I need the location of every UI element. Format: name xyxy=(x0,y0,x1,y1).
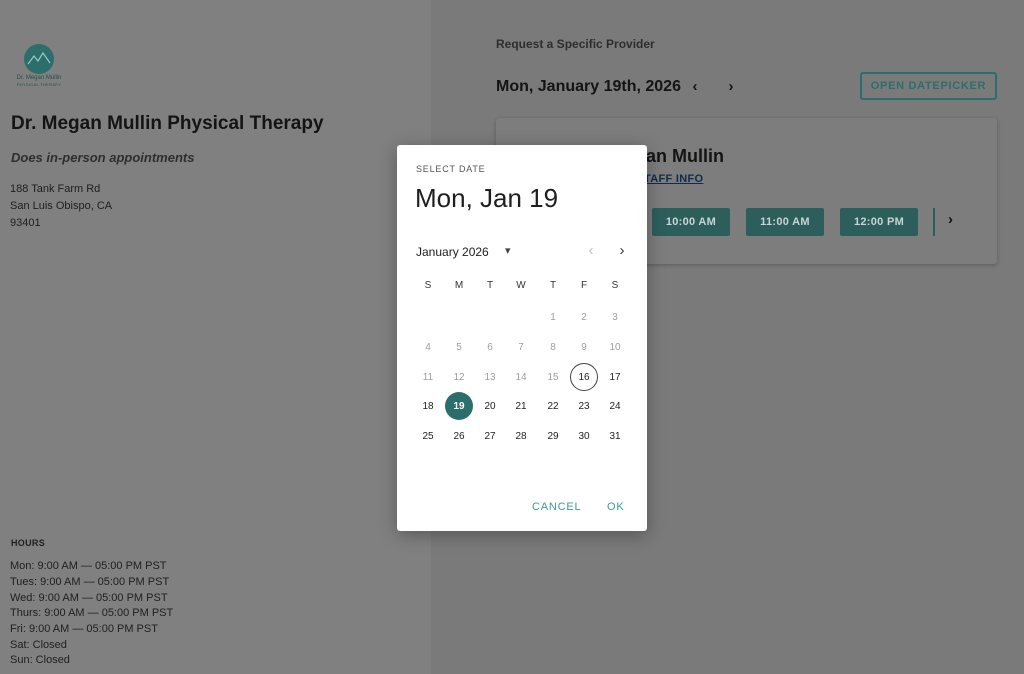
weekday-label: S xyxy=(611,280,619,291)
staff-info-link[interactable]: TAFF INFO xyxy=(644,173,703,185)
hours-line: Tues: 9:00 AM — 05:00 PM PST xyxy=(10,576,170,588)
slot-divider xyxy=(933,208,935,236)
calendar-day[interactable]: 30 xyxy=(570,422,598,450)
calendar-day-disabled: 14 xyxy=(515,371,527,383)
hours-line: Sat: Closed xyxy=(10,639,67,651)
calendar-day[interactable]: 27 xyxy=(476,422,504,450)
calendar-day[interactable]: 26 xyxy=(445,422,473,450)
time-slot-button[interactable]: 11:00 AM xyxy=(746,208,824,236)
calendar-day-disabled: 15 xyxy=(547,371,559,383)
calendar-day-selected[interactable]: 19 xyxy=(445,392,473,420)
calendar-day-disabled: 9 xyxy=(581,341,587,353)
weekday-label: W xyxy=(516,280,526,291)
hours-line: Mon: 9:00 AM — 05:00 PM PST xyxy=(10,560,167,572)
address-city: San Luis Obispo, CA xyxy=(10,200,113,212)
calendar-day-disabled: 13 xyxy=(484,371,496,383)
address-street: 188 Tank Farm Rd xyxy=(10,183,101,195)
calendar-day[interactable]: 18 xyxy=(414,392,442,420)
weekday-label: S xyxy=(424,280,432,291)
month-year-selector[interactable]: January 2026 xyxy=(416,245,489,259)
time-slot-button[interactable]: 10:00 AM xyxy=(652,208,730,236)
calendar-day[interactable]: 25 xyxy=(414,422,442,450)
hours-line: Thurs: 9:00 AM — 05:00 PM PST xyxy=(10,607,174,619)
calendar-day-disabled: 6 xyxy=(487,341,493,353)
practice-info-panel: Dr. Megan Mullin PHYSICAL THERAPY Dr. Me… xyxy=(0,0,431,674)
calendar-day-today[interactable]: 16 xyxy=(570,363,598,391)
practice-logo: Dr. Megan Mullin PHYSICAL THERAPY xyxy=(14,44,64,90)
hours-line: Fri: 9:00 AM — 05:00 PM PST xyxy=(10,623,158,635)
hours-line: Wed: 9:00 AM — 05:00 PM PST xyxy=(10,592,168,604)
next-month-icon[interactable]: › xyxy=(616,242,628,259)
calendar-day-disabled: 12 xyxy=(453,371,465,383)
logo-subtitle: PHYSICAL THERAPY xyxy=(16,82,62,87)
dialog-label: SELECT DATE xyxy=(416,164,486,174)
provider-name: an Mullin xyxy=(646,146,724,166)
more-slots-icon[interactable]: › xyxy=(948,211,953,228)
ok-button[interactable]: OK xyxy=(607,501,625,513)
calendar-day-disabled: 10 xyxy=(609,341,621,353)
hours-line: Sun: Closed xyxy=(10,654,70,666)
weekday-label: T xyxy=(486,280,494,291)
previous-day-icon[interactable]: ‹ xyxy=(688,78,702,95)
calendar-day-disabled: 5 xyxy=(456,341,462,353)
provider-heading: Request a Specific Provider xyxy=(496,37,655,51)
open-datepicker-button[interactable]: OPEN DATEPICKER xyxy=(860,72,997,100)
calendar-day[interactable]: 21 xyxy=(507,392,535,420)
calendar-day[interactable]: 22 xyxy=(539,392,567,420)
calendar-day-disabled: 8 xyxy=(550,341,556,353)
dropdown-caret-icon[interactable]: ▾ xyxy=(505,244,511,257)
logo-title: Dr. Megan Mullin xyxy=(16,75,62,81)
previous-month-icon[interactable]: ‹ xyxy=(585,242,597,259)
selected-date-display: Mon, Jan 19 xyxy=(415,183,559,213)
calendar-day-disabled: 3 xyxy=(612,311,618,323)
practice-name: Dr. Megan Mullin Physical Therapy xyxy=(11,113,324,134)
cancel-button[interactable]: CANCEL xyxy=(532,501,581,513)
next-day-icon[interactable]: › xyxy=(724,78,738,95)
calendar-day[interactable]: 20 xyxy=(476,392,504,420)
time-slot-button[interactable]: 12:00 PM xyxy=(840,208,918,236)
datepicker-dialog: SELECT DATE Mon, Jan 19 January 2026 ▾ ‹… xyxy=(397,145,647,531)
current-date-title: Mon, January 19th, 2026 xyxy=(496,78,681,95)
calendar-day[interactable]: 28 xyxy=(507,422,535,450)
calendar-day-disabled: 1 xyxy=(550,311,556,323)
calendar-day-disabled: 7 xyxy=(518,341,524,353)
calendar-day-disabled: 11 xyxy=(422,371,434,383)
address-zip: 93401 xyxy=(10,217,41,229)
hours-title: HOURS xyxy=(11,538,46,548)
mountain-logo-icon xyxy=(24,44,54,74)
calendar-day-disabled: 2 xyxy=(581,311,587,323)
calendar-day[interactable]: 31 xyxy=(601,422,629,450)
weekday-label: M xyxy=(454,280,464,291)
calendar-day[interactable]: 23 xyxy=(570,392,598,420)
weekday-label: F xyxy=(580,280,588,291)
calendar-day-disabled: 4 xyxy=(425,341,431,353)
calendar-day[interactable]: 24 xyxy=(601,392,629,420)
calendar-day[interactable]: 17 xyxy=(601,363,629,391)
appointment-type: Does in-person appointments xyxy=(11,150,195,165)
weekday-label: T xyxy=(549,280,557,291)
calendar-day[interactable]: 29 xyxy=(539,422,567,450)
